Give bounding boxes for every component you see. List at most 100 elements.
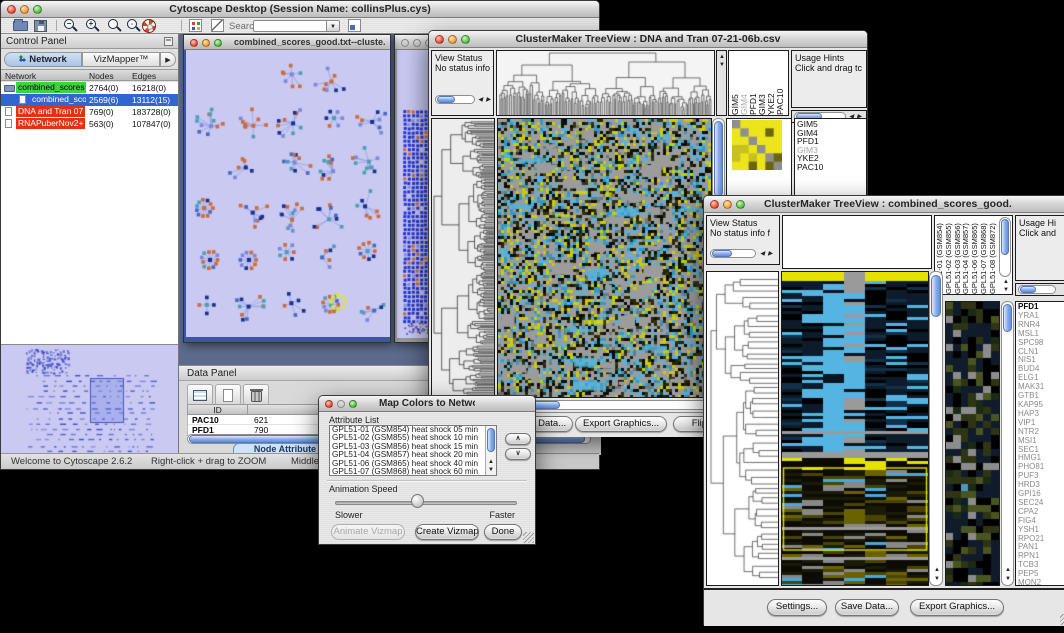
zoom-in-icon[interactable] (85, 18, 100, 33)
animation-speed-slider[interactable] (335, 501, 517, 505)
scroll-down-icon[interactable] (1003, 287, 1009, 293)
close-button[interactable] (7, 5, 16, 14)
scrollbar-thumb[interactable] (437, 96, 455, 103)
correlation-matrix[interactable] (732, 120, 782, 170)
gene-list-vscrollbar[interactable] (1001, 301, 1014, 586)
scroll-down-icon[interactable] (488, 467, 494, 473)
status-hscrollbar[interactable] (710, 249, 756, 258)
export-graphics-button[interactable]: Export Graphics... (910, 599, 1004, 616)
animate-vizmap-button[interactable]: Animate Vizmap (331, 524, 405, 540)
done-button[interactable]: Done (484, 524, 522, 540)
minimize-button[interactable] (337, 400, 345, 408)
close-button[interactable] (710, 200, 719, 209)
scrollbar-thumb[interactable] (1001, 219, 1009, 255)
column-edges[interactable]: Edges (132, 71, 156, 81)
close-button[interactable] (435, 35, 444, 44)
network-table-row[interactable]: combined_sco2569(6)13112(15) (1, 94, 178, 106)
heatmap-vscrollbar[interactable] (929, 271, 943, 586)
help-icon[interactable] (142, 19, 156, 33)
scrollbar-thumb[interactable] (1003, 304, 1012, 332)
scroll-up-icon[interactable] (488, 459, 494, 465)
attribute-list[interactable]: GPL51-01 (GSM854) heat shock 05 minGPL51… (329, 425, 497, 476)
scroll-up-icon[interactable] (719, 54, 725, 60)
scroll-left-icon[interactable] (478, 97, 483, 103)
save-session-icon[interactable] (34, 20, 47, 32)
maximize-button[interactable] (349, 400, 357, 408)
scroll-down-icon[interactable] (934, 576, 940, 582)
network-canvas-1[interactable] (186, 50, 390, 337)
slider-thumb[interactable] (411, 494, 424, 508)
row-dendrogram[interactable] (707, 272, 778, 585)
import-table-icon[interactable] (348, 19, 361, 32)
scrollbar-thumb[interactable] (712, 250, 732, 257)
maximize-button[interactable] (736, 200, 745, 209)
column-network[interactable]: Network (5, 71, 36, 81)
minimize-button[interactable] (20, 5, 29, 14)
scroll-right-icon[interactable] (768, 251, 773, 257)
minimize-button[interactable] (413, 39, 421, 47)
dialog-titlebar[interactable]: Map Colors to Network (319, 396, 535, 412)
network-table-row[interactable]: combined_scores2764(0)16218(0) (1, 82, 178, 94)
expression-heatmap[interactable] (498, 119, 711, 397)
delete-attribute-button[interactable] (243, 384, 269, 406)
search-input[interactable] (253, 20, 327, 32)
new-attribute-button[interactable] (215, 384, 241, 406)
network-table-row[interactable]: DNA and Tran 07769(0)183728(0) (1, 106, 178, 118)
zoom-selected-icon[interactable] (126, 18, 141, 33)
treeview-dna-titlebar[interactable]: ClusterMaker TreeView : DNA and Tran 07-… (429, 31, 867, 48)
row-dendrogram[interactable] (432, 119, 494, 397)
close-button[interactable] (190, 39, 198, 47)
annotation-icon[interactable] (211, 19, 224, 32)
scroll-left-icon[interactable] (760, 251, 765, 257)
minimize-button[interactable] (723, 200, 732, 209)
create-vizmap-button[interactable]: Create Vizmap (415, 524, 479, 540)
scroll-up-icon[interactable] (934, 567, 940, 573)
tab-vizmapper[interactable]: VizMapper™ (82, 52, 160, 67)
float-panel-icon[interactable] (164, 37, 173, 46)
column-dendrogram[interactable] (497, 51, 714, 115)
main-titlebar[interactable]: Cytoscape Desktop (Session Name: collins… (1, 1, 599, 18)
dendrogram-scroll-strip[interactable] (716, 50, 727, 116)
scrollbar-thumb[interactable] (931, 275, 941, 317)
status-hscrollbar[interactable] (435, 95, 475, 104)
scroll-right-icon[interactable] (486, 97, 491, 103)
scroll-up-icon[interactable] (1005, 567, 1011, 573)
maximize-button[interactable] (214, 39, 222, 47)
open-session-icon[interactable] (13, 21, 28, 31)
scrollbar-thumb[interactable] (487, 428, 495, 452)
tab-network[interactable]: Network (4, 52, 82, 67)
tab-overflow-button[interactable] (160, 52, 176, 67)
move-down-button[interactable]: ∨ (505, 448, 531, 460)
resize-grip[interactable] (1060, 614, 1064, 625)
node-attributes-icon[interactable] (189, 19, 202, 32)
scroll-down-icon[interactable] (1005, 576, 1011, 582)
close-button[interactable] (401, 39, 409, 47)
labels-vscrollbar[interactable] (999, 217, 1011, 277)
move-up-button[interactable]: ∧ (505, 433, 531, 445)
treeview-combined-titlebar[interactable]: ClusterMaker TreeView : combined_scores_… (704, 196, 1064, 213)
save-data-button[interactable]: Save Data... (835, 599, 899, 616)
export-graphics-button[interactable]: Export Graphics... (575, 416, 667, 432)
close-button[interactable] (325, 400, 333, 408)
network-overview-thumbnail[interactable] (2, 346, 178, 454)
scrollbar-thumb[interactable] (1020, 286, 1036, 293)
scrollbar-thumb[interactable] (714, 121, 723, 197)
zoom-out-icon[interactable] (63, 18, 78, 33)
maximize-button[interactable] (33, 5, 42, 14)
minimize-button[interactable] (202, 39, 210, 47)
column-id[interactable]: ID (188, 405, 248, 415)
attribute-select-button[interactable] (187, 384, 213, 406)
resize-grip[interactable] (523, 532, 534, 543)
column-nodes[interactable]: Nodes (89, 71, 114, 81)
attribute-list-vscrollbar[interactable] (485, 426, 496, 475)
settings-button[interactable]: Settings... (767, 599, 827, 616)
expression-heatmap[interactable] (782, 272, 928, 585)
hints-hscrollbar[interactable] (1018, 285, 1056, 294)
network-window1-titlebar[interactable]: combined_scores_good.txt--cluste... (184, 35, 390, 50)
attribute-item[interactable]: GPL51-07 (GSM868) heat shock 60 min (330, 468, 496, 476)
maximize-button[interactable] (461, 35, 470, 44)
summary-heatmap[interactable] (946, 302, 999, 585)
scroll-down-icon[interactable] (719, 62, 725, 68)
search-dropdown-button[interactable] (327, 20, 340, 32)
network-table-row[interactable]: RNAPuberNov2+563(0)107847(0) (1, 118, 178, 130)
